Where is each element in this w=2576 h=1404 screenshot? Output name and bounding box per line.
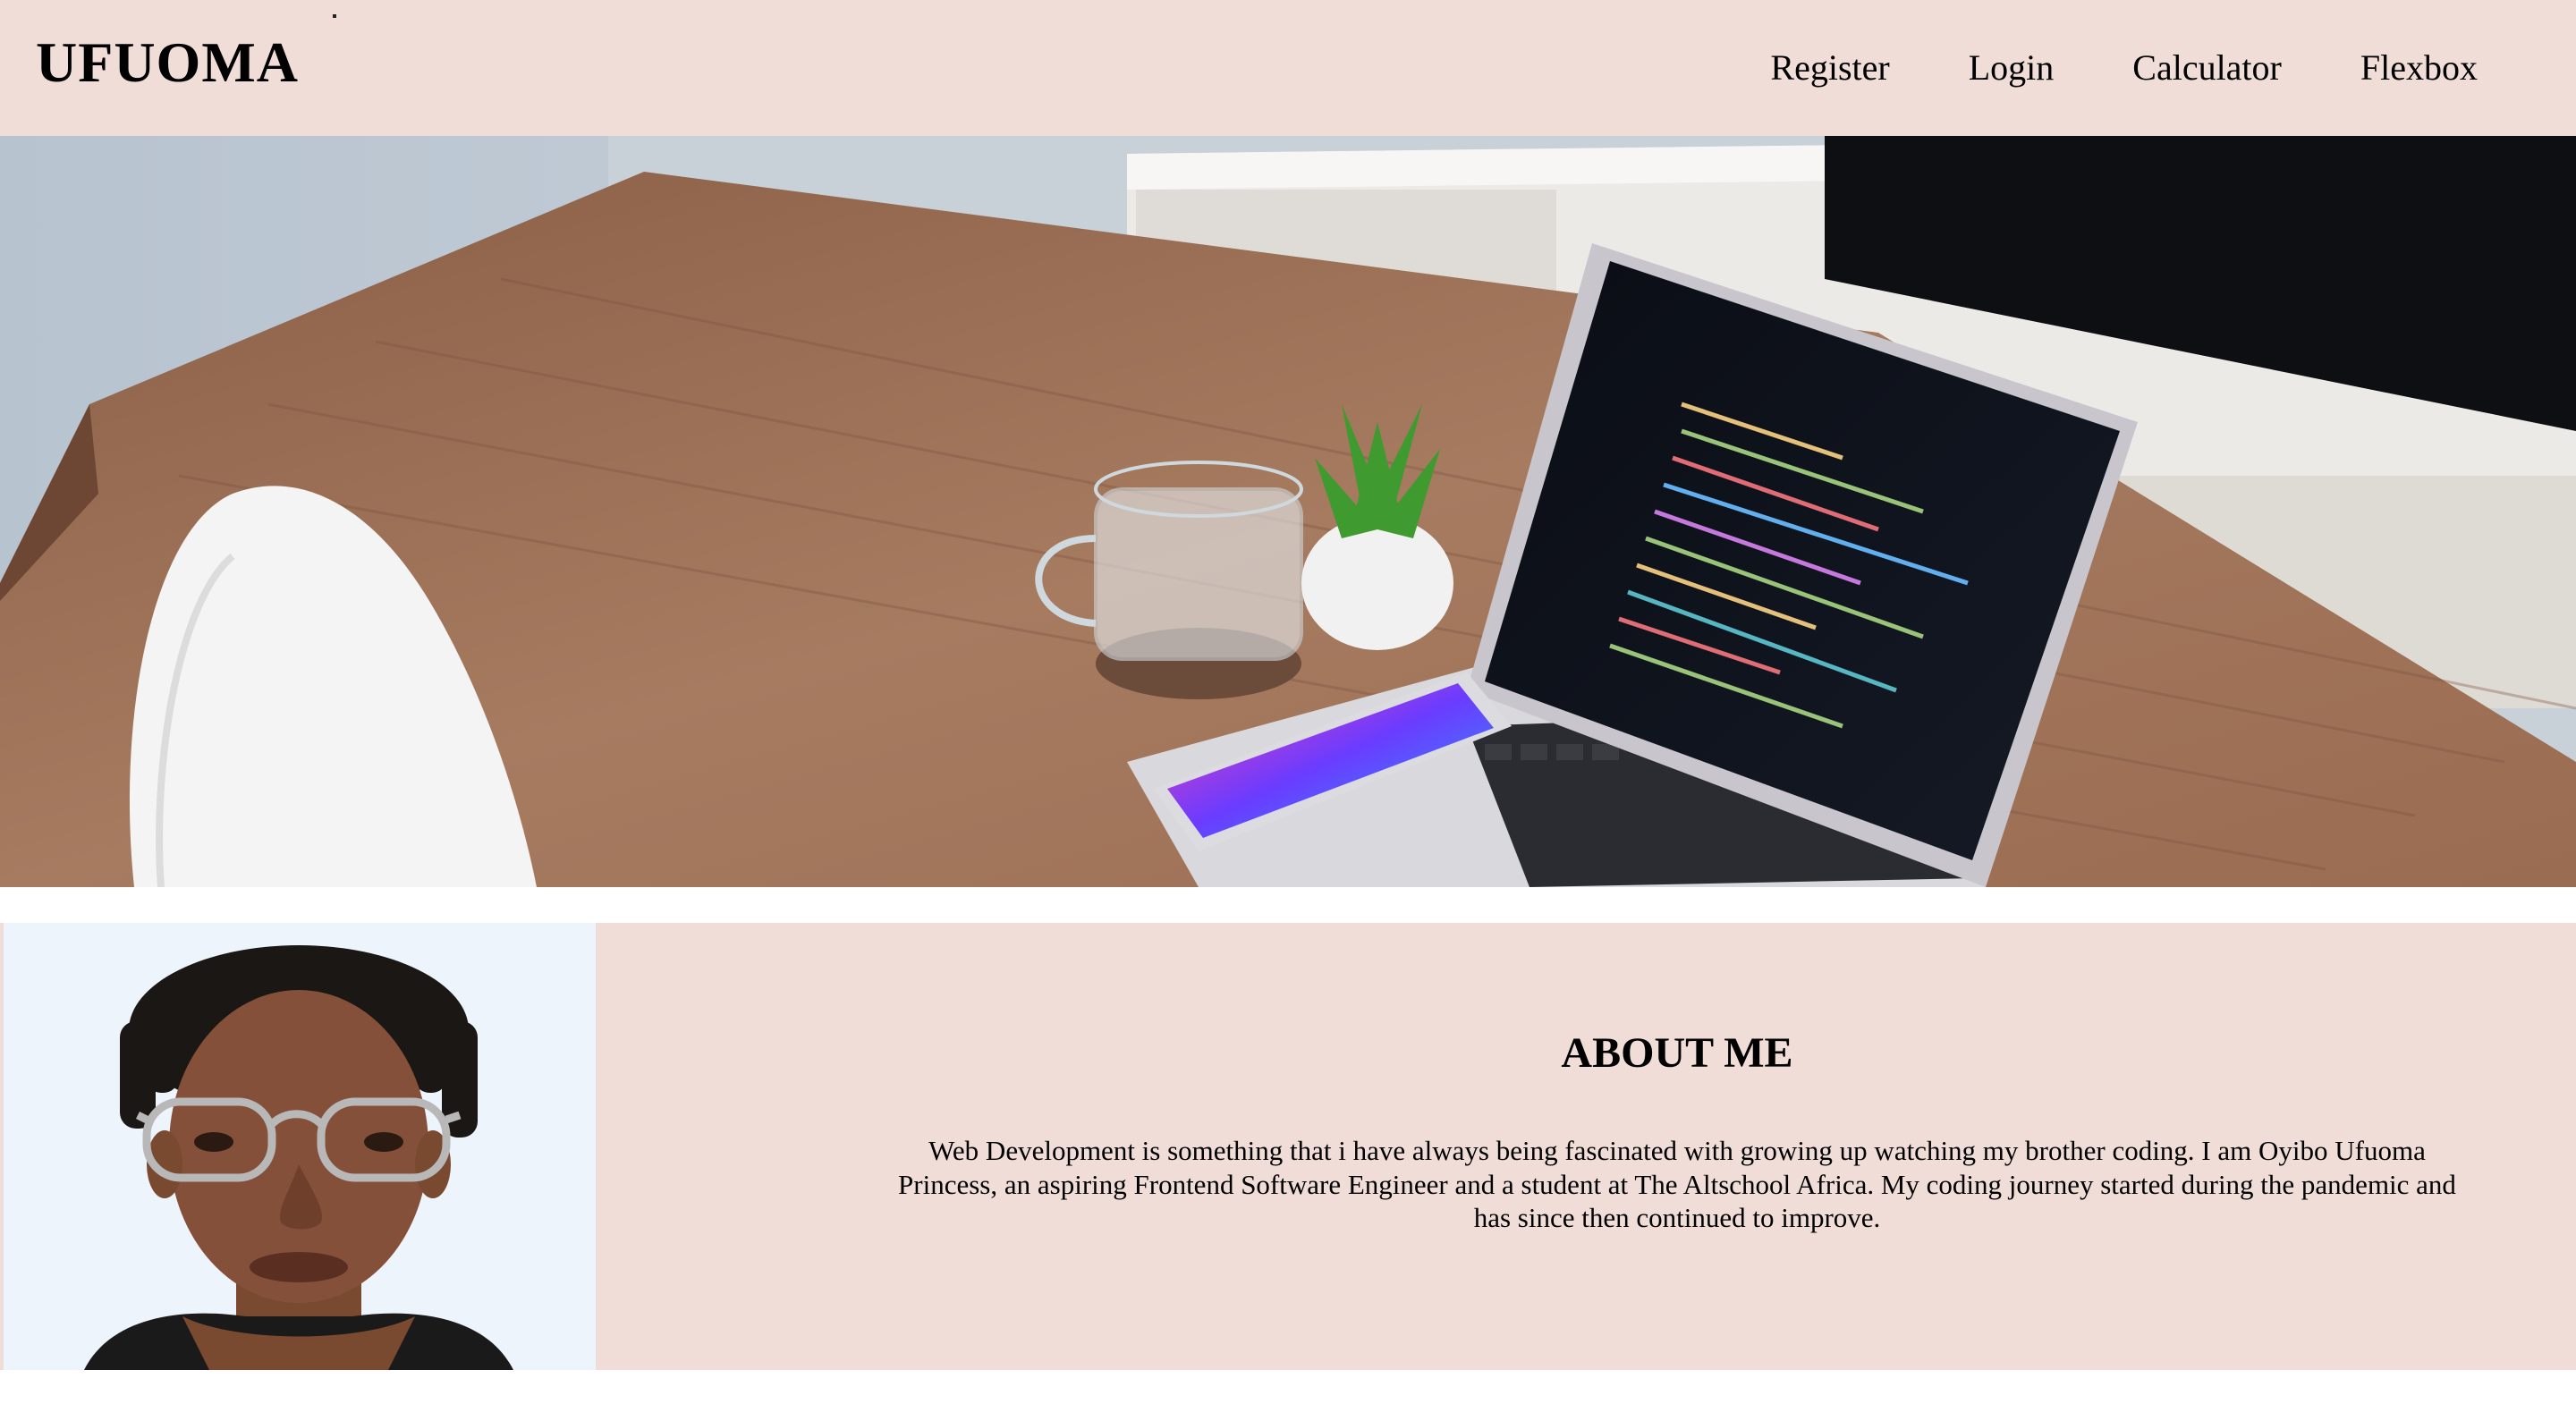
nav-link-login[interactable]: Login <box>1969 43 2055 93</box>
about-section: ABOUT ME Web Development is something th… <box>0 923 2576 1370</box>
brand-logo[interactable]: UFUOMA <box>36 29 299 97</box>
about-description: Web Development is something that i have… <box>898 1135 2456 1233</box>
about-title: ABOUT ME <box>1561 1029 1793 1077</box>
about-content: ABOUT ME Web Development is something th… <box>886 923 2469 1235</box>
site-header: UFUOMA Register Login Calculator Flexbox <box>0 0 2576 136</box>
nav-link-flexbox[interactable]: Flexbox <box>2360 43 2478 93</box>
profile-portrait-photo <box>4 923 596 1370</box>
main-nav: Register Login Calculator Flexbox <box>1770 43 2478 93</box>
stray-dot <box>333 14 336 18</box>
hero-image <box>0 136 2576 887</box>
nav-link-register[interactable]: Register <box>1770 43 1889 93</box>
nav-link-calculator[interactable]: Calculator <box>2132 43 2282 93</box>
